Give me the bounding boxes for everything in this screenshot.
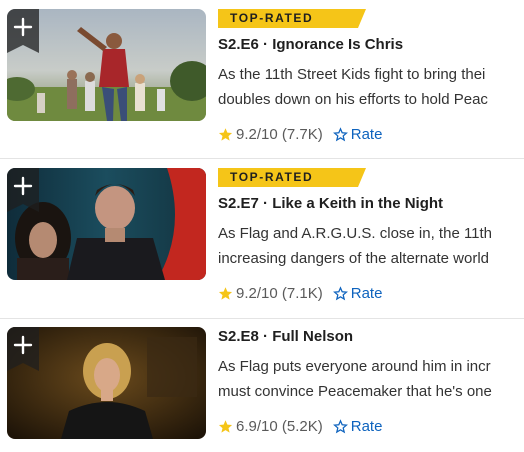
rating-row: 9.2/10 (7.7K) Rate bbox=[218, 126, 382, 143]
rating-max: /10 bbox=[256, 285, 278, 302]
rate-label: Rate bbox=[350, 285, 383, 302]
star-outline-icon bbox=[332, 419, 348, 434]
divider bbox=[0, 158, 524, 159]
rate-button[interactable]: Rate bbox=[332, 285, 383, 302]
episode-thumbnail[interactable] bbox=[7, 327, 206, 439]
badge-label: TOP-RATED bbox=[230, 170, 314, 184]
star-outline-icon bbox=[332, 286, 348, 301]
rating-row: 9.2/10 (7.1K) Rate bbox=[218, 285, 382, 302]
star-outline-icon bbox=[332, 127, 348, 142]
description-line: As Flag and A.R.G.U.S. close in, the 11t… bbox=[218, 225, 493, 242]
episode-title[interactable]: S2.E6 · Ignorance Is Chris bbox=[218, 36, 403, 53]
rating-max: /10 bbox=[256, 126, 278, 143]
star-icon bbox=[218, 128, 233, 141]
description-line: must convince Peacemaker that he's one bbox=[218, 383, 492, 400]
episode-title[interactable]: S2.E7 · Like a Keith in the Night bbox=[218, 195, 443, 212]
episode-thumbnail[interactable] bbox=[7, 168, 206, 280]
top-rated-badge: TOP-RATED bbox=[218, 168, 366, 187]
badge-label: TOP-RATED bbox=[230, 11, 314, 25]
add-to-watchlist-button[interactable] bbox=[7, 9, 39, 53]
rate-button[interactable]: Rate bbox=[332, 126, 383, 143]
vote-count: (7.1K) bbox=[281, 285, 323, 302]
description-line: As Flag puts everyone around him in incr bbox=[218, 358, 491, 375]
episode-description: As Flag and A.R.G.U.S. close in, the 11t… bbox=[218, 221, 524, 271]
description-line: doubles down on his efforts to hold Peac bbox=[218, 91, 488, 108]
rate-label: Rate bbox=[350, 126, 383, 143]
add-to-watchlist-button[interactable] bbox=[7, 168, 39, 212]
top-rated-badge: TOP-RATED bbox=[218, 9, 366, 28]
rate-button[interactable]: Rate bbox=[332, 418, 383, 435]
episode-title[interactable]: S2.E8 · Full Nelson bbox=[218, 328, 353, 345]
vote-count: (5.2K) bbox=[281, 418, 323, 435]
episode-description: As the 11th Street Kids fight to bring t… bbox=[218, 62, 524, 112]
rating-row: 6.9/10 (5.2K) Rate bbox=[218, 418, 382, 435]
description-line: As the 11th Street Kids fight to bring t… bbox=[218, 66, 486, 83]
episode-description: As Flag puts everyone around him in incr… bbox=[218, 354, 524, 404]
description-line: increasing dangers of the alternate worl… bbox=[218, 250, 489, 267]
add-to-watchlist-button[interactable] bbox=[7, 327, 39, 371]
episode-thumbnail[interactable] bbox=[7, 9, 206, 121]
rating-value: 6.9 bbox=[236, 418, 257, 435]
star-icon bbox=[218, 287, 233, 300]
divider bbox=[0, 318, 524, 319]
vote-count: (7.7K) bbox=[281, 126, 323, 143]
star-icon bbox=[218, 420, 233, 433]
rating-value: 9.2 bbox=[236, 126, 257, 143]
rating-value: 9.2 bbox=[236, 285, 257, 302]
rate-label: Rate bbox=[350, 418, 383, 435]
rating-max: /10 bbox=[256, 418, 278, 435]
